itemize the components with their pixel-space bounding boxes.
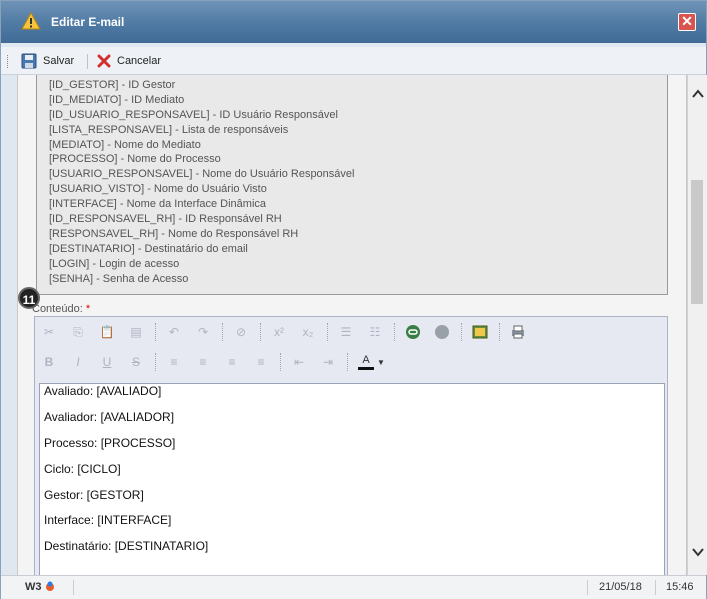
align-justify-icon[interactable]: ≡ — [251, 352, 271, 372]
editor-line: Gestor: [GESTOR] — [44, 487, 144, 502]
scroll-up-icon[interactable] — [691, 87, 705, 101]
email-body-editor[interactable]: Avaliado: [AVALIADO] Avaliador: [AVALIAD… — [39, 383, 665, 575]
editor-divider — [155, 323, 156, 341]
rich-text-editor: ✂ ⎘ 📋 ▤ ↶ ↷ ⊘ x² x₂ ☰ ☷ B I U S ≡ ≡ ≡ ≡ … — [34, 316, 668, 575]
print-icon[interactable] — [508, 322, 528, 342]
editor-toolbar-row-2: B I U S ≡ ≡ ≡ ≡ ⇤ ⇥ A ▼ — [39, 349, 394, 375]
editor-line: Avaliado: [AVALIADO] — [44, 384, 162, 398]
content-label-text: Conteúdo: — [32, 303, 83, 315]
content-label: Conteúdo: * — [32, 303, 90, 315]
editor-divider — [327, 323, 328, 341]
paste-text-icon[interactable]: ▤ — [126, 322, 146, 342]
bold-icon[interactable]: B — [39, 352, 59, 372]
logo-text: W3 — [25, 581, 42, 593]
remove-format-icon[interactable]: ⊘ — [231, 322, 251, 342]
variable-item: [ID_MEDIATO] - ID Mediato — [49, 93, 185, 106]
editor-line: Interface: [INTERFACE] — [44, 513, 172, 528]
status-date: 21/05/18 — [599, 581, 642, 593]
strikethrough-icon[interactable]: S — [126, 352, 146, 372]
variable-item: [LISTA_RESPONSAVEL] - Lista de responsáv… — [49, 123, 289, 136]
indent-icon[interactable]: ⇥ — [318, 352, 338, 372]
bullet-list-icon[interactable]: ☰ — [336, 322, 356, 342]
align-left-icon[interactable]: ≡ — [164, 352, 184, 372]
editor-divider — [394, 323, 395, 341]
underline-icon[interactable]: U — [97, 352, 117, 372]
red-x-icon — [97, 54, 111, 68]
editor-divider — [347, 353, 348, 371]
paste-icon[interactable]: 📋 — [97, 322, 117, 342]
redo-icon[interactable]: ↷ — [193, 322, 213, 342]
variable-item: [USUARIO_RESPONSAVEL] - Nome do Usuário … — [49, 168, 355, 181]
chevron-down-icon[interactable]: ▼ — [377, 352, 385, 372]
variables-list: [ID_GESTOR] - ID Gestor [ID_MEDIATO] - I… — [49, 78, 354, 286]
outdent-icon[interactable]: ⇤ — [289, 352, 309, 372]
numbered-list-icon[interactable]: ☷ — [365, 322, 385, 342]
image-icon[interactable] — [470, 322, 490, 342]
status-time: 15:46 — [666, 581, 694, 593]
editor-line: Destinatário: [DESTINATARIO] — [44, 539, 209, 554]
toolbar-divider — [87, 54, 88, 69]
variable-item: [RESPONSAVEL_RH] - Nome do Responsável R… — [49, 227, 299, 240]
warning-icon — [21, 12, 41, 30]
align-center-icon[interactable]: ≡ — [193, 352, 213, 372]
superscript-icon[interactable]: x² — [269, 322, 289, 342]
variables-panel: [ID_GESTOR] - ID Gestor [ID_MEDIATO] - I… — [36, 75, 668, 295]
save-label: Salvar — [43, 55, 75, 67]
status-divider — [587, 580, 588, 595]
variable-item: [ID_RESPONSAVEL_RH] - ID Responsável RH — [49, 213, 282, 226]
toolbar: Salvar Cancelar — [1, 47, 706, 75]
editor-divider — [155, 353, 156, 371]
cancel-label: Cancelar — [117, 55, 162, 67]
variable-item: [PROCESSO] - Nome do Processo — [49, 153, 221, 166]
editor-line: Avaliador: [AVALIADOR] — [44, 409, 175, 424]
variable-item: [ID_GESTOR] - ID Gestor — [49, 79, 176, 91]
floppy-disk-icon — [21, 53, 37, 69]
variable-item: [MEDIATO] - Nome do Mediato — [49, 138, 201, 151]
variable-item: [ID_USUARIO_RESPONSAVEL] - ID Usuário Re… — [49, 108, 338, 121]
variable-item: [USUARIO_VISTO] - Nome do Usuário Visto — [49, 183, 267, 196]
close-button[interactable]: ✕ — [678, 13, 696, 31]
copy-icon[interactable]: ⎘ — [68, 322, 88, 342]
cut-icon[interactable]: ✂ — [39, 322, 59, 342]
variable-item: [INTERFACE] - Nome da Interface Dinâmica — [49, 198, 267, 211]
editor-divider — [499, 323, 500, 341]
cancel-button[interactable]: Cancelar — [97, 52, 161, 70]
toolbar-grip — [7, 55, 10, 68]
editor-divider — [260, 323, 261, 341]
font-color-icon[interactable]: A — [356, 352, 376, 372]
status-divider — [73, 580, 74, 595]
editor-line: Ciclo: [CICLO] — [44, 461, 121, 476]
editor-divider — [461, 323, 462, 341]
save-button[interactable]: Salvar — [21, 52, 74, 70]
italic-icon[interactable]: I — [68, 352, 88, 372]
scroll-down-icon[interactable] — [691, 545, 705, 559]
title-bar: Editar E-mail ✕ — [1, 1, 706, 43]
w3-logo: W3 — [25, 580, 55, 593]
unlink-icon[interactable] — [432, 322, 452, 342]
form-content: [ID_GESTOR] - ID Gestor [ID_MEDIATO] - I… — [17, 75, 687, 575]
variable-item: [DESTINATARIO] - Destinatário do email — [49, 242, 248, 255]
variable-item: [LOGIN] - Login de acesso — [49, 257, 180, 270]
vertical-scrollbar[interactable] — [687, 75, 707, 575]
subscript-icon[interactable]: x₂ — [298, 322, 318, 342]
undo-icon[interactable]: ↶ — [164, 322, 184, 342]
editor-divider — [280, 353, 281, 371]
editor-divider — [222, 323, 223, 341]
editor-line: Processo: [PROCESSO] — [44, 435, 176, 450]
status-divider — [655, 580, 656, 595]
scrollbar-thumb[interactable] — [691, 180, 703, 304]
logo-flame-icon — [45, 581, 54, 591]
window-title: Editar E-mail — [51, 15, 125, 29]
variable-item: [SENHA] - Senha de Acesso — [49, 272, 189, 285]
edit-email-window: Editar E-mail ✕ Salvar Cancelar [ID_GEST… — [0, 0, 707, 599]
close-icon: ✕ — [681, 13, 693, 29]
status-bar: W3 21/05/18 15:46 — [1, 575, 706, 599]
required-marker: * — [85, 303, 91, 315]
link-icon[interactable] — [403, 322, 423, 342]
align-right-icon[interactable]: ≡ — [222, 352, 242, 372]
editor-toolbar-row-1: ✂ ⎘ 📋 ▤ ↶ ↷ ⊘ x² x₂ ☰ ☷ — [39, 319, 537, 345]
